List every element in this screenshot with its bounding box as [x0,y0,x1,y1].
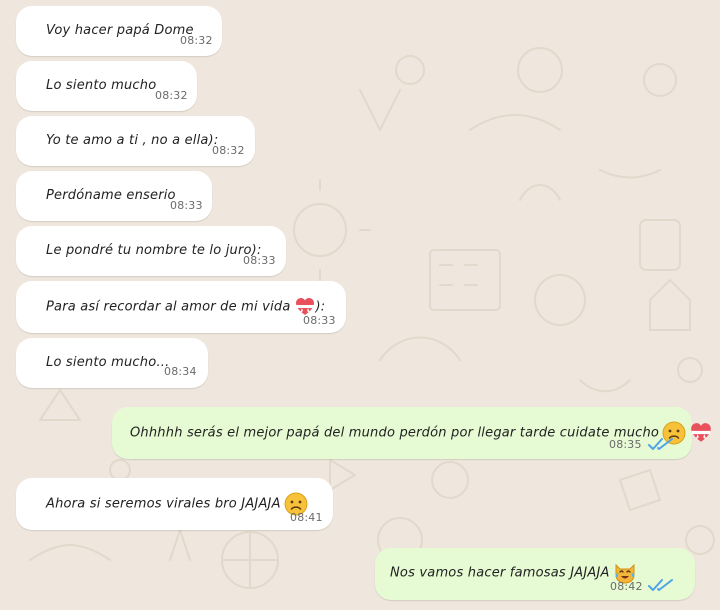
message-time: 08:32 [180,34,213,47]
message-time: 08:34 [164,365,197,378]
message-text: Yo te amo a ti , no a ella): [46,133,219,148]
message-text: Perdóname enserio [46,188,176,203]
message-time: 08:42 [610,580,643,593]
message-text-part: Ahora si seremos virales bro JAJAJA [46,496,281,512]
read-receipt-icon [648,438,673,450]
message-text-part: ): [315,299,326,315]
message-bubble[interactable]: Para así recordar al amor de mi vida ): … [16,281,346,333]
message-bubble[interactable]: Lo siento mucho… 08:34 [16,338,208,388]
message-time: 08:32 [155,89,188,102]
message-bubble[interactable]: Perdóname enserio 08:33 [16,171,212,221]
message-time: 08:35 [609,438,642,451]
message-time: 08:33 [170,199,203,212]
message-bubble[interactable]: Lo siento mucho 08:32 [16,61,197,111]
read-receipt-icon [648,579,673,591]
message-text: Nos vamos hacer famosas JAJAJA [390,561,637,585]
message-text: Para así recordar al amor de mi vida ): [46,296,325,318]
heart-with-ribbon-icon [691,423,711,442]
message-bubble[interactable]: Voy hacer papá Dome 08:32 [16,6,222,56]
message-bubble[interactable]: Le pondré tu nombre te lo juro): 08:33 [16,226,286,276]
message-text: Le pondré tu nombre te lo juro): [46,243,262,258]
message-text-part: Nos vamos hacer famosas JAJAJA [390,565,610,581]
message-text-part: Para así recordar al amor de mi vida [46,299,291,315]
message-text: Ahora si seremos virales bro JAJAJA [46,492,308,516]
message-time: 08:41 [290,511,323,524]
message-text: Lo siento mucho… [46,355,170,370]
message-text: Lo siento mucho [46,78,157,93]
message-time: 08:33 [303,314,336,327]
message-bubble[interactable]: Yo te amo a ti , no a ella): 08:32 [16,116,255,166]
message-text-part: Ohhhhh serás el mejor papá del mundo per… [130,425,660,441]
message-text: Voy hacer papá Dome [46,23,194,38]
message-bubble[interactable]: Ohhhhh serás el mejor papá del mundo per… [112,407,711,459]
message-time: 08:32 [212,144,245,157]
message-bubble[interactable]: Ahora si seremos virales bro JAJAJA 08:4… [16,478,333,530]
message-bubble[interactable]: Nos vamos hacer famosas JAJAJA 08:42 [375,548,695,600]
message-time: 08:33 [243,254,276,267]
